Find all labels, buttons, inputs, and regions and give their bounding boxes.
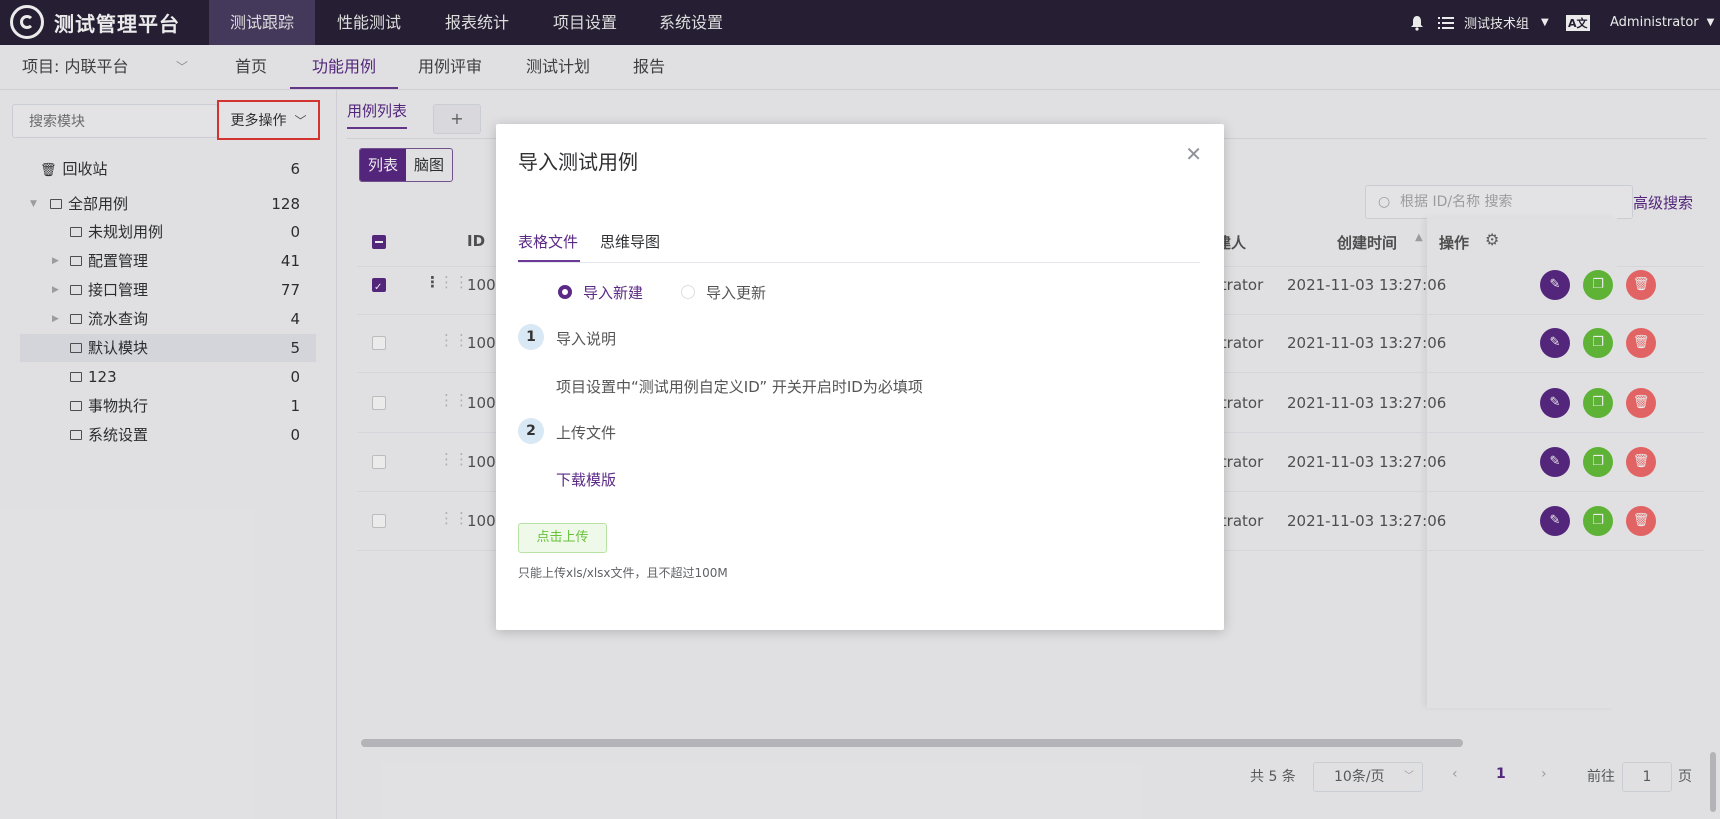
- dialog-tabs: 表格文件 思维导图: [518, 228, 1200, 263]
- step-2-badge: 2: [518, 418, 544, 444]
- step-1-desc: 项目设置中“测试用例自定义ID” 开关开启时ID为必填项: [556, 378, 923, 396]
- radio-import-update-label[interactable]: 导入更新: [706, 282, 766, 303]
- step-2-title: 上传文件: [556, 424, 617, 442]
- dialog-title: 导入测试用例: [518, 150, 638, 174]
- radio-import-new-label[interactable]: 导入新建: [583, 282, 643, 303]
- upload-tip: 只能上传xls/xlsx文件，且不超过100M: [518, 566, 728, 580]
- tab-spreadsheet[interactable]: 表格文件: [518, 228, 580, 262]
- radio-import-update[interactable]: [681, 285, 695, 299]
- step-1-title: 导入说明: [556, 330, 617, 348]
- download-template-link[interactable]: 下载模版: [556, 469, 616, 490]
- import-dialog: 导入测试用例 ✕ 表格文件 思维导图 导入新建 导入更新 1 导入说明 项目设置…: [496, 124, 1224, 630]
- upload-button[interactable]: 点击上传: [518, 523, 607, 553]
- close-icon[interactable]: ✕: [1185, 142, 1202, 166]
- step-1-badge: 1: [518, 324, 544, 350]
- radio-import-new[interactable]: [558, 285, 572, 299]
- tab-mindmap[interactable]: 思维导图: [600, 228, 660, 260]
